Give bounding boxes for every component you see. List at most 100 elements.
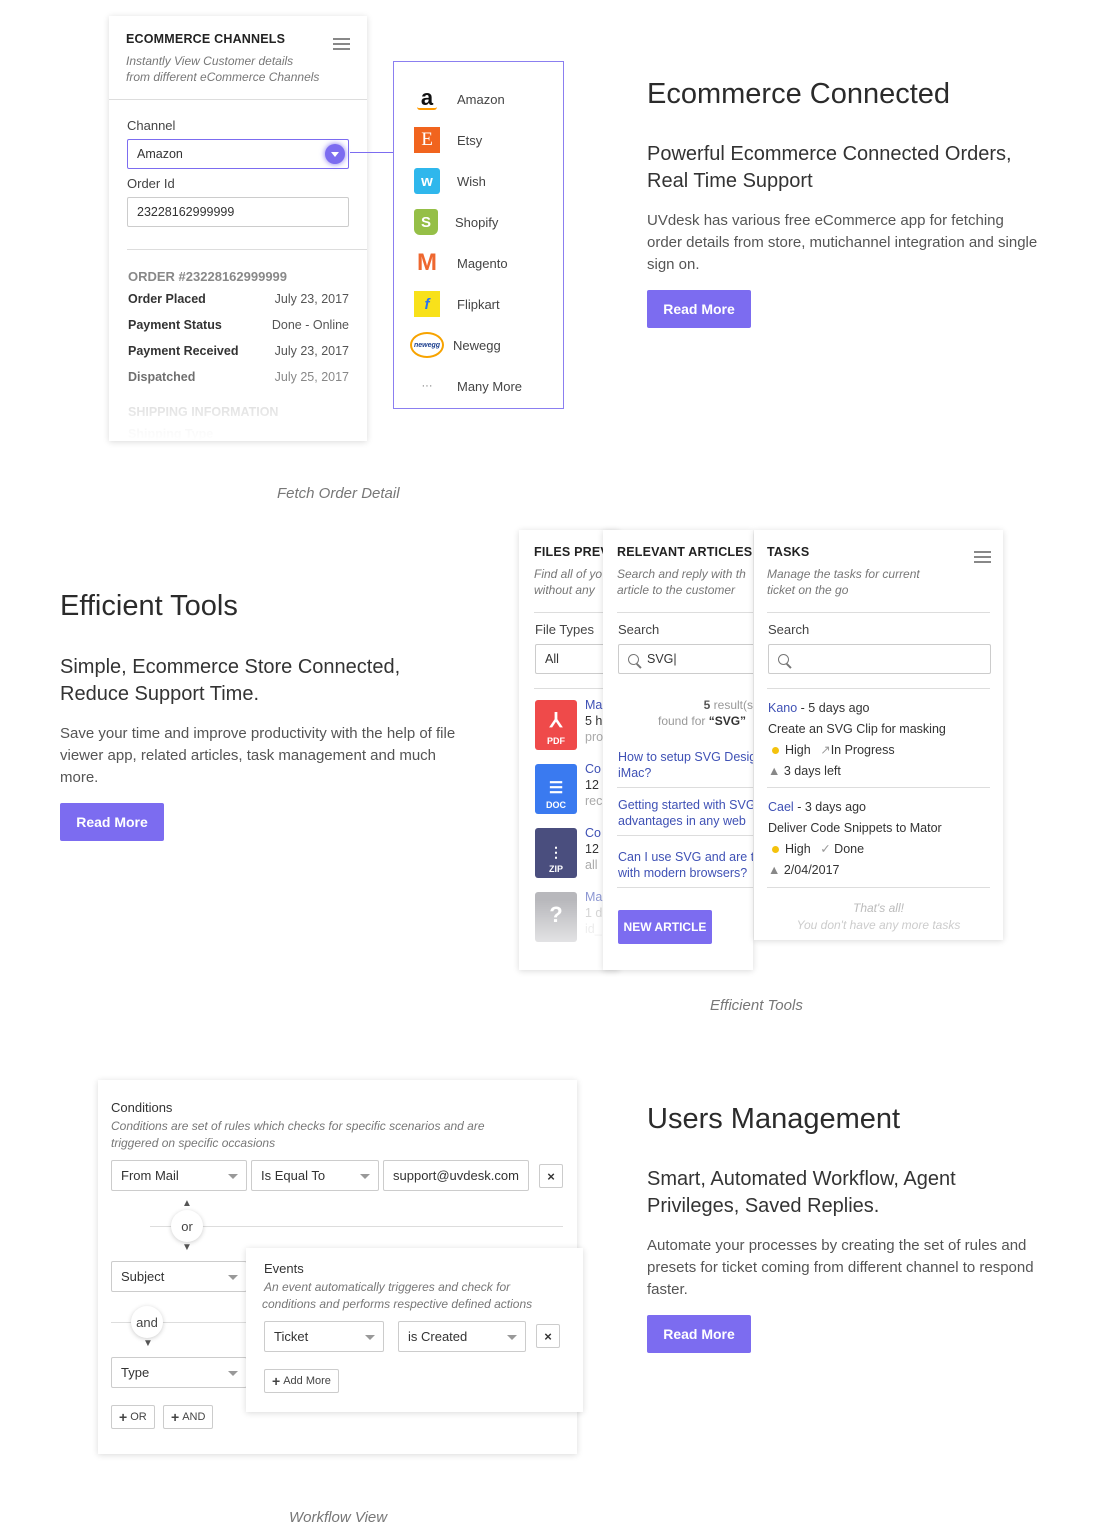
order-heading: ORDER #23228162999999 (128, 269, 288, 284)
article-link[interactable]: Getting started with SVG advantages in an… (618, 797, 753, 829)
search-label: Search (768, 622, 810, 637)
channel-item-shopify[interactable]: S Shopify (414, 209, 498, 235)
plus-icon: + (171, 1409, 180, 1425)
tasks-end-message: That's all! You don't have any more task… (796, 901, 961, 932)
read-more-button[interactable]: Read More (647, 290, 751, 328)
arrow-up-icon: ▲ (182, 1198, 192, 1209)
panel-title: TASKS (767, 545, 810, 559)
result-query: found for “SVG” (658, 714, 747, 728)
subheading-users-1: Smart, Automated Workflow, Agent (647, 1168, 956, 1190)
order-row: Payment Received July 23, 2017 (128, 344, 349, 358)
subheading-tools-1: Simple, Ecommerce Store Connected, (60, 656, 401, 678)
panel-subtitle: Manage the tasks for current (767, 567, 920, 581)
read-more-button[interactable]: Read More (60, 803, 164, 841)
wish-icon: w (414, 168, 440, 194)
paragraph-users: Automate your processes by creating the … (647, 1237, 1034, 1298)
subheading-ecommerce-2: Real Time Support (647, 170, 813, 192)
heading-efficient-tools: Efficient Tools (60, 590, 238, 622)
caret-down-icon (228, 1274, 238, 1280)
condition-value-input[interactable]: support@uvdesk.com (383, 1160, 529, 1191)
read-more-button[interactable]: Read More (647, 1315, 751, 1353)
check-icon: ✓ (820, 842, 831, 856)
channel-item-etsy[interactable]: E Etsy (414, 127, 482, 153)
panel-title: ECOMMERCE CHANNELS (126, 32, 286, 46)
remove-event-button[interactable]: × (536, 1324, 560, 1348)
add-or-button[interactable]: + OR (111, 1405, 155, 1429)
channel-item-flipkart[interactable]: f Flipkart (414, 291, 500, 317)
article-search-input[interactable]: SVG| (618, 644, 753, 674)
conditions-title: Conditions (111, 1100, 173, 1115)
menu-icon[interactable] (333, 38, 350, 50)
ellipsis-icon: ··· (421, 380, 433, 392)
dropdown-toggle-icon[interactable] (325, 144, 345, 164)
and-connector[interactable]: and (131, 1306, 163, 1338)
order-row: Order Placed July 23, 2017 (128, 292, 349, 306)
condition-field-select[interactable]: From Mail (111, 1160, 247, 1191)
file-types-label: File Types (535, 622, 595, 637)
warning-icon: ▲ (768, 764, 781, 778)
events-desc: conditions and performs respective defin… (262, 1297, 533, 1311)
magento-icon: M (417, 249, 437, 276)
subheading-ecommerce-1: Powerful Ecommerce Connected Orders, (647, 143, 1012, 165)
doc-file-icon[interactable]: ☰ DOC (535, 764, 577, 814)
result-count: 5 result(s (703, 698, 753, 712)
order-row: Payment Status Done - Online (128, 318, 349, 332)
amazon-icon: a (414, 86, 440, 112)
subheading-tools-2: Reduce Support Time. (60, 683, 259, 705)
caption-efficient-tools: Efficient Tools (710, 997, 803, 1014)
file-item[interactable]: Ma 5 h pro (585, 697, 603, 745)
new-article-button[interactable]: NEW ARTICLE (618, 910, 712, 944)
events-title: Events (264, 1261, 304, 1276)
arrow-down-icon: ▼ (143, 1338, 153, 1349)
task-item[interactable]: Cael - 3 days ago Deliver Code Snippets … (768, 797, 942, 881)
remove-condition-button[interactable]: × (539, 1164, 563, 1188)
etsy-icon: E (414, 127, 440, 153)
ecommerce-channels-panel: ECOMMERCE CHANNELS Instantly View Custom… (109, 16, 367, 441)
zip-file-icon[interactable]: ⋮ ZIP (535, 828, 577, 878)
channel-item-newegg[interactable]: newegg Newegg (410, 332, 501, 358)
add-and-button[interactable]: + AND (163, 1405, 214, 1429)
file-item[interactable]: Co 12 rec (585, 761, 602, 809)
condition-field-select[interactable]: Subject (111, 1261, 247, 1292)
panel-subtitle-1: Instantly View Customer details (126, 54, 294, 68)
task-item[interactable]: Kano - 5 days ago Create an SVG Clip for… (768, 698, 946, 782)
channel-item-many-more[interactable]: ··· Many More (414, 373, 523, 399)
or-connector[interactable]: or (171, 1210, 203, 1242)
channel-item-amazon[interactable]: a Amazon (414, 86, 505, 112)
menu-icon[interactable] (974, 551, 991, 563)
event-operator-select[interactable]: is Created (398, 1321, 526, 1352)
condition-field-select[interactable]: Type (111, 1357, 247, 1388)
panel-title: FILES PREV (534, 545, 609, 559)
caret-down-icon (228, 1173, 238, 1179)
order-id-input[interactable]: 23228162999999 (127, 197, 349, 227)
events-panel: Events An event automatically triggeres … (246, 1248, 583, 1412)
channel-item-magento[interactable]: M Magento (414, 249, 508, 276)
shopify-icon: S (414, 209, 438, 235)
arrow-down-icon: ▼ (182, 1242, 192, 1253)
caret-down-icon (365, 1334, 375, 1340)
caret-down-icon (507, 1334, 517, 1340)
channel-item-wish[interactable]: w Wish (414, 168, 486, 194)
search-icon (628, 653, 642, 668)
file-item[interactable]: Co 12 all (585, 825, 601, 873)
newegg-icon: newegg (410, 332, 444, 358)
panel-subtitle: article to the customer (617, 583, 736, 597)
flipkart-icon: f (414, 291, 440, 317)
article-link[interactable]: Can I use SVG and are th with modern brow… (618, 849, 753, 881)
condition-operator-select[interactable]: Is Equal To (251, 1160, 379, 1191)
order-id-label: Order Id (127, 176, 175, 191)
pdf-file-icon[interactable]: ⅄ PDF (535, 700, 577, 750)
task-search-input[interactable] (768, 644, 991, 674)
channel-list: a Amazon E Etsy w Wish S Shopify M Magento fF… (393, 61, 564, 409)
article-link[interactable]: How to setup SVG Desig iMac? (618, 749, 753, 781)
events-desc: An event automatically triggeres and che… (264, 1280, 511, 1294)
channel-label: Channel (127, 118, 176, 133)
channel-select[interactable]: Amazon (127, 139, 349, 169)
plus-icon: + (272, 1373, 281, 1389)
panel-subtitle: without any (534, 583, 595, 597)
caret-down-icon (228, 1370, 238, 1376)
add-more-button[interactable]: + Add More (264, 1369, 339, 1393)
connector-line (350, 152, 394, 153)
heading-ecommerce: Ecommerce Connected (647, 78, 951, 110)
event-field-select[interactable]: Ticket (264, 1321, 384, 1352)
